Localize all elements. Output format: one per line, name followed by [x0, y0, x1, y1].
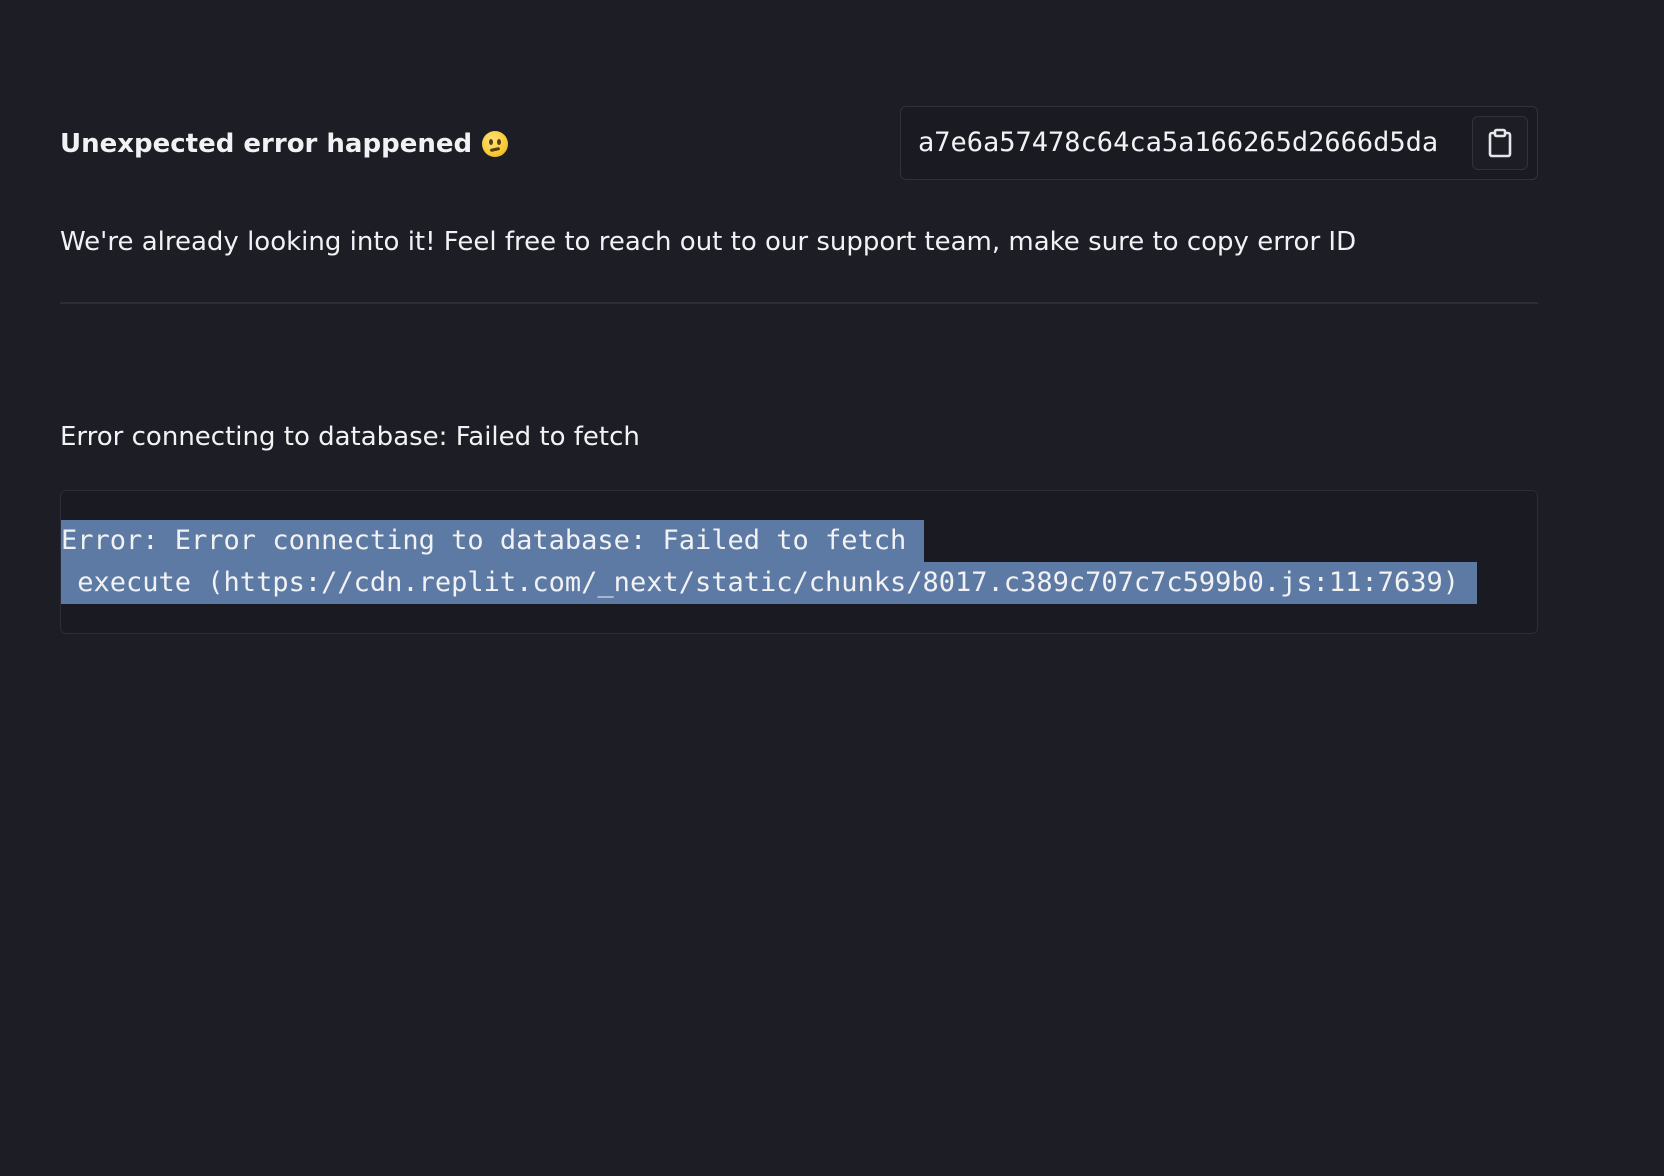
error-id-box: a7e6a57478c64ca5a166265d2666d5da — [900, 106, 1538, 180]
divider — [60, 302, 1538, 304]
copy-error-id-button[interactable] — [1472, 116, 1528, 170]
error-summary: Error connecting to database: Failed to … — [60, 422, 640, 452]
error-id-value[interactable]: a7e6a57478c64ca5a166265d2666d5da — [918, 125, 1438, 161]
error-title-text: Unexpected error happened — [60, 129, 473, 159]
support-message: We're already looking into it! Feel free… — [60, 227, 1357, 257]
stack-trace[interactable]: Error: Error connecting to database: Fai… — [61, 520, 1477, 604]
stack-trace-box: Error: Error connecting to database: Fai… — [60, 490, 1538, 634]
stack-trace-line: Error: Error connecting to database: Fai… — [61, 520, 925, 562]
confused-face-icon — [482, 131, 509, 157]
stack-trace-line: execute (https://cdn.replit.com/_next/st… — [61, 562, 1477, 604]
clipboard-icon — [1488, 128, 1512, 158]
error-title: Unexpected error happened — [60, 126, 509, 162]
